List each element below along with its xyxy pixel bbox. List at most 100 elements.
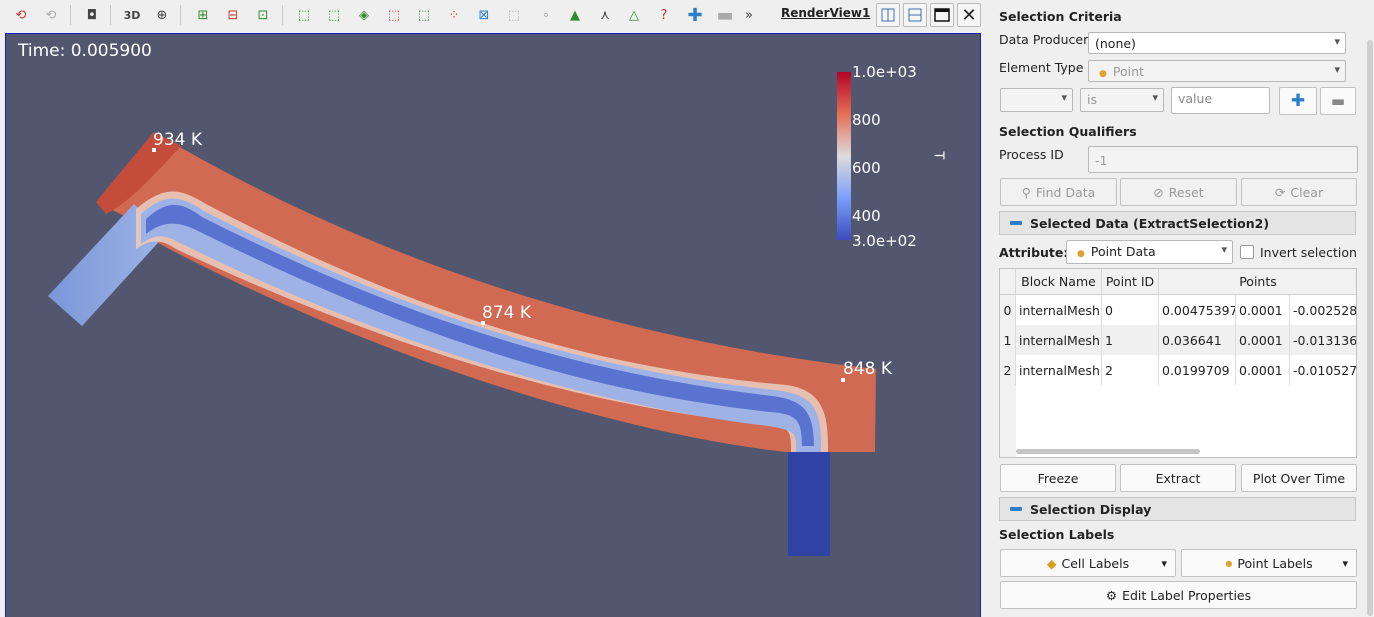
hover-cells-icon[interactable]: ⊠ xyxy=(473,4,495,26)
maximize-icon[interactable] xyxy=(930,3,954,27)
outlet-section xyxy=(788,452,830,556)
selected-data-table[interactable]: Block Name Point ID Points 0 internalMes… xyxy=(999,268,1357,458)
select-cells-on-icon[interactable]: ⊞ xyxy=(192,4,214,26)
time-annotation: Time: 0.005900 xyxy=(18,41,152,61)
row-index: 0 xyxy=(1000,295,1016,325)
find-data-panel: Selection Criteria Data Producer (none) … xyxy=(988,0,1374,616)
column-header-points[interactable]: Points xyxy=(1159,269,1356,295)
reset-button[interactable]: ⊘ Reset xyxy=(1120,178,1237,206)
render-view-toolbar: ⟲ ⟲ ◘ 3D ⊕ ⊞ ⊟ ⊡ ⬚ ⬚ ◈ ⬚ ⬚ ⁘ ⊠ ⬚ ∘ ▲ ⋏ △… xyxy=(0,0,988,30)
query-value-input[interactable]: value xyxy=(1171,87,1270,114)
invert-selection-checkbox[interactable] xyxy=(1240,245,1254,259)
close-icon[interactable]: ✕ xyxy=(957,3,981,27)
select-points-polygon-icon[interactable]: ⬚ xyxy=(323,4,345,26)
interactive-select-points-icon[interactable]: ⬚ xyxy=(413,4,435,26)
attribute-label: Attribute: xyxy=(999,245,1069,260)
chevron-down-icon: ▾ xyxy=(1152,91,1158,104)
refresh-icon: ⟳ xyxy=(1274,184,1286,200)
find-data-button[interactable]: ⚲ Find Data xyxy=(1000,178,1117,206)
freeze-label: Freeze xyxy=(1037,470,1079,486)
undo-camera-icon[interactable]: ⟲ xyxy=(40,4,62,26)
column-header-point-id[interactable]: Point ID xyxy=(1102,269,1159,295)
shrink-selection-icon[interactable]: ∘ xyxy=(535,4,557,26)
data-producer-select[interactable]: (none) ▾ xyxy=(1088,32,1346,54)
edit-label-properties-button[interactable]: ⚙ Edit Label Properties xyxy=(1000,581,1357,609)
table-row[interactable]: 0 internalMesh 0 0.00475397 0.0001 -0.00… xyxy=(1000,295,1357,325)
select-cells-through-icon[interactable]: ⊡ xyxy=(252,4,274,26)
process-id-input[interactable]: -1 xyxy=(1088,146,1358,173)
legend-title: T xyxy=(930,151,946,160)
split-horizontal-icon[interactable] xyxy=(876,3,900,27)
table-row[interactable]: 1 internalMesh 1 0.036641 0.0001 -0.0131… xyxy=(1000,325,1356,355)
points-x-cell: 0.036641 xyxy=(1159,325,1236,355)
screenshot-icon[interactable]: ◘ xyxy=(81,4,103,26)
find-data-icon[interactable]: ▲ xyxy=(564,4,586,26)
element-type-select[interactable]: ● Point ▾ xyxy=(1088,60,1346,82)
column-header-block-name[interactable]: Block Name xyxy=(1016,269,1102,295)
legend-tick: 800 xyxy=(852,111,881,129)
add-icon[interactable]: ✚ xyxy=(684,4,706,26)
split-vertical-icon[interactable] xyxy=(903,3,927,27)
plot-over-time-button[interactable]: Plot Over Time xyxy=(1241,464,1357,492)
extract-label: Extract xyxy=(1155,470,1201,486)
chevron-down-icon: ▾ xyxy=(1161,556,1167,570)
find-data-icon: ⚲ xyxy=(1021,184,1031,200)
selection-qualifiers-heading: Selection Qualifiers xyxy=(999,124,1137,139)
selection-criteria-heading: Selection Criteria xyxy=(999,9,1122,24)
element-type-value: Point xyxy=(1112,64,1144,79)
remove-query-button[interactable]: ▬ xyxy=(1320,87,1356,115)
block-name-cell: internalMesh xyxy=(1016,325,1102,355)
selected-data-title: Selected Data (ExtractSelection2) xyxy=(1030,215,1270,231)
attribute-value: Point Data xyxy=(1090,244,1156,259)
interactive-select-cells-icon[interactable]: ⬚ xyxy=(383,4,405,26)
add-query-button[interactable]: ✚ xyxy=(1279,87,1317,115)
point-labels-icon: ● xyxy=(1225,558,1233,568)
show-cell-labels-icon[interactable]: ? xyxy=(653,4,675,26)
zoom-to-box-icon[interactable]: ⊕ xyxy=(151,4,173,26)
panel-scrollbar-thumb[interactable] xyxy=(1367,40,1373,616)
selection-display-header[interactable]: Selection Display xyxy=(999,497,1356,521)
toggle-3d-button[interactable]: 3D xyxy=(121,4,143,26)
freeze-button[interactable]: Freeze xyxy=(1000,464,1116,492)
select-blocks-icon[interactable]: ◈ xyxy=(353,4,375,26)
hover-points-icon[interactable]: ⁘ xyxy=(443,4,465,26)
points-z-cell: -0.0025281 xyxy=(1293,302,1357,318)
grid-axes-icon[interactable]: ⋏ xyxy=(594,4,616,26)
point-labels-button[interactable]: ● Point Labels ▾ xyxy=(1181,549,1357,577)
cell-labels-button[interactable]: ◆ Cell Labels ▾ xyxy=(1000,549,1176,577)
more-icon[interactable]: » xyxy=(738,4,760,26)
query-icon[interactable]: △ xyxy=(623,4,645,26)
data-producer-value: (none) xyxy=(1095,36,1136,51)
query-operator-select[interactable]: is ▾ xyxy=(1080,88,1164,112)
toolbar-separator xyxy=(180,5,181,25)
attribute-select[interactable]: ● Point Data ▾ xyxy=(1066,240,1233,264)
point-icon: ● xyxy=(1099,69,1107,79)
chevron-down-icon: ▾ xyxy=(1334,35,1340,48)
collapse-icon xyxy=(1010,507,1022,511)
selection-labels-heading: Selection Labels xyxy=(999,527,1115,542)
remove-icon[interactable]: ▬ xyxy=(714,4,736,26)
query-field-select[interactable]: ▾ xyxy=(1000,88,1073,112)
clear-button[interactable]: ⟳ Clear xyxy=(1241,178,1357,206)
point-label-1: 934 K xyxy=(153,130,202,150)
chevron-down-icon: ▾ xyxy=(1061,91,1067,104)
select-cells-polygon-icon[interactable]: ⬚ xyxy=(293,4,315,26)
extract-button[interactable]: Extract xyxy=(1120,464,1236,492)
point-id-cell: 1 xyxy=(1102,325,1159,355)
select-points-on-icon[interactable]: ⊟ xyxy=(222,4,244,26)
reset-camera-icon[interactable]: ⟲ xyxy=(10,4,32,26)
grow-selection-icon[interactable]: ⬚ xyxy=(503,4,525,26)
toolbar-separator xyxy=(70,5,71,25)
cell-labels-label: Cell Labels xyxy=(1061,555,1130,571)
point-id-cell: 0 xyxy=(1102,295,1159,325)
legend-tick: 1.0e+03 xyxy=(852,63,917,81)
plot-over-time-label: Plot Over Time xyxy=(1252,470,1346,486)
table-row[interactable]: 2 internalMesh 2 0.0199709 0.0001 -0.010… xyxy=(1000,355,1356,385)
render-view[interactable]: Time: 0.005900 934 K 874 K 848 K 1.0e+03… xyxy=(5,33,981,617)
gear-icon: ⚙ xyxy=(1105,587,1118,603)
view-title: RenderView1 xyxy=(781,6,871,20)
horizontal-scrollbar[interactable] xyxy=(1016,449,1200,454)
selected-data-header[interactable]: Selected Data (ExtractSelection2) xyxy=(999,211,1356,235)
corner-header xyxy=(1000,269,1016,295)
clear-label: Clear xyxy=(1290,184,1324,200)
